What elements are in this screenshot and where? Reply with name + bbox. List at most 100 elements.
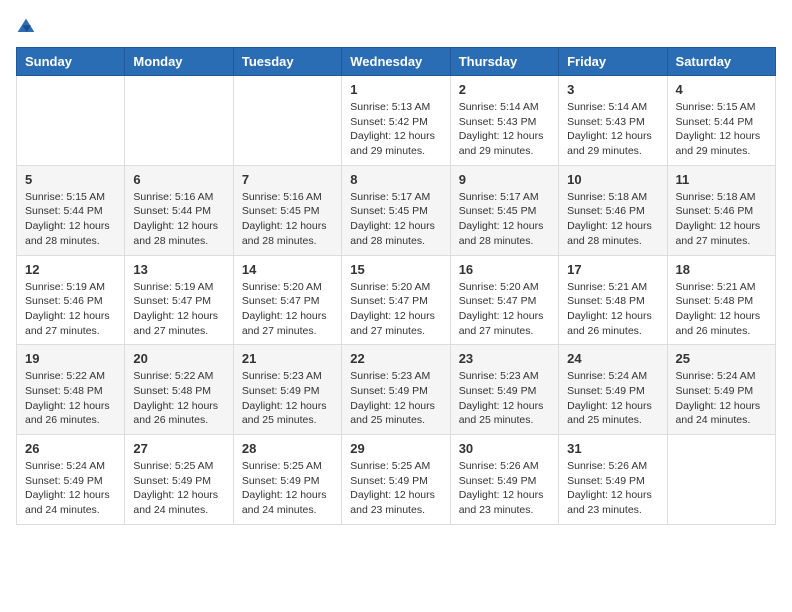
day-info: Sunrise: 5:20 AM Sunset: 5:47 PM Dayligh… <box>242 280 333 339</box>
day-number: 17 <box>567 262 658 277</box>
day-info: Sunrise: 5:17 AM Sunset: 5:45 PM Dayligh… <box>350 190 441 249</box>
day-cell: 11Sunrise: 5:18 AM Sunset: 5:46 PM Dayli… <box>667 165 775 255</box>
day-number: 22 <box>350 351 441 366</box>
day-number: 3 <box>567 82 658 97</box>
logo <box>16 16 40 37</box>
header <box>16 16 776 37</box>
weekday-header-monday: Monday <box>125 48 233 76</box>
day-info: Sunrise: 5:26 AM Sunset: 5:49 PM Dayligh… <box>459 459 550 518</box>
day-info: Sunrise: 5:16 AM Sunset: 5:45 PM Dayligh… <box>242 190 333 249</box>
day-number: 14 <box>242 262 333 277</box>
day-info: Sunrise: 5:26 AM Sunset: 5:49 PM Dayligh… <box>567 459 658 518</box>
day-info: Sunrise: 5:21 AM Sunset: 5:48 PM Dayligh… <box>676 280 767 339</box>
day-number: 1 <box>350 82 441 97</box>
day-info: Sunrise: 5:17 AM Sunset: 5:45 PM Dayligh… <box>459 190 550 249</box>
day-info: Sunrise: 5:13 AM Sunset: 5:42 PM Dayligh… <box>350 100 441 159</box>
weekday-header-row: SundayMondayTuesdayWednesdayThursdayFrid… <box>17 48 776 76</box>
calendar-table: SundayMondayTuesdayWednesdayThursdayFrid… <box>16 47 776 525</box>
day-cell: 21 Sunrise: 5:23 AM Sunset: 5:49 PM Dayli… <box>233 345 341 435</box>
logo-icon <box>16 17 36 37</box>
day-cell: 15Sunrise: 5:20 AM Sunset: 5:47 PM Dayli… <box>342 255 450 345</box>
day-info: Sunrise: 5:22 AM Sunset: 5:48 PM Dayligh… <box>25 369 116 428</box>
day-cell: 31 Sunrise: 5:26 AM Sunset: 5:49 PM Dayli… <box>559 435 667 525</box>
day-number: 27 <box>133 441 224 456</box>
day-number: 7 <box>242 172 333 187</box>
day-cell <box>17 76 125 166</box>
day-cell: 16Sunrise: 5:20 AM Sunset: 5:47 PM Dayli… <box>450 255 558 345</box>
day-cell: 14 Sunrise: 5:20 AM Sunset: 5:47 PM Dayli… <box>233 255 341 345</box>
day-cell: 17 Sunrise: 5:21 AM Sunset: 5:48 PM Dayli… <box>559 255 667 345</box>
day-cell: 25 Sunrise: 5:24 AM Sunset: 5:49 PM Dayli… <box>667 345 775 435</box>
day-cell: 27 Sunrise: 5:25 AM Sunset: 5:49 PM Dayli… <box>125 435 233 525</box>
day-info: Sunrise: 5:21 AM Sunset: 5:48 PM Dayligh… <box>567 280 658 339</box>
weekday-header-friday: Friday <box>559 48 667 76</box>
day-cell: 3Sunrise: 5:14 AM Sunset: 5:43 PM Daylig… <box>559 76 667 166</box>
day-number: 28 <box>242 441 333 456</box>
day-cell: 5 Sunrise: 5:15 AM Sunset: 5:44 PM Daylig… <box>17 165 125 255</box>
day-number: 10 <box>567 172 658 187</box>
day-number: 12 <box>25 262 116 277</box>
day-number: 23 <box>459 351 550 366</box>
day-number: 6 <box>133 172 224 187</box>
day-cell: 9 Sunrise: 5:17 AM Sunset: 5:45 PM Daylig… <box>450 165 558 255</box>
day-cell: 10 Sunrise: 5:18 AM Sunset: 5:46 PM Dayli… <box>559 165 667 255</box>
day-number: 9 <box>459 172 550 187</box>
day-cell: 4Sunrise: 5:15 AM Sunset: 5:44 PM Daylig… <box>667 76 775 166</box>
day-info: Sunrise: 5:25 AM Sunset: 5:49 PM Dayligh… <box>242 459 333 518</box>
day-info: Sunrise: 5:25 AM Sunset: 5:49 PM Dayligh… <box>133 459 224 518</box>
day-number: 8 <box>350 172 441 187</box>
day-cell <box>667 435 775 525</box>
day-info: Sunrise: 5:19 AM Sunset: 5:46 PM Dayligh… <box>25 280 116 339</box>
weekday-header-sunday: Sunday <box>17 48 125 76</box>
weekday-header-wednesday: Wednesday <box>342 48 450 76</box>
week-row-5: 26 Sunrise: 5:24 AM Sunset: 5:49 PM Dayli… <box>17 435 776 525</box>
day-info: Sunrise: 5:15 AM Sunset: 5:44 PM Dayligh… <box>25 190 116 249</box>
day-number: 11 <box>676 172 767 187</box>
weekday-header-thursday: Thursday <box>450 48 558 76</box>
day-number: 26 <box>25 441 116 456</box>
day-number: 19 <box>25 351 116 366</box>
day-info: Sunrise: 5:23 AM Sunset: 5:49 PM Dayligh… <box>459 369 550 428</box>
day-cell: 28 Sunrise: 5:25 AM Sunset: 5:49 PM Dayli… <box>233 435 341 525</box>
day-cell: 24Sunrise: 5:24 AM Sunset: 5:49 PM Dayli… <box>559 345 667 435</box>
day-cell <box>125 76 233 166</box>
day-cell: 22 Sunrise: 5:23 AM Sunset: 5:49 PM Dayli… <box>342 345 450 435</box>
day-cell: 12 Sunrise: 5:19 AM Sunset: 5:46 PM Dayli… <box>17 255 125 345</box>
day-cell: 18 Sunrise: 5:21 AM Sunset: 5:48 PM Dayli… <box>667 255 775 345</box>
day-number: 20 <box>133 351 224 366</box>
day-number: 5 <box>25 172 116 187</box>
weekday-header-tuesday: Tuesday <box>233 48 341 76</box>
day-info: Sunrise: 5:14 AM Sunset: 5:43 PM Dayligh… <box>459 100 550 159</box>
day-cell: 13 Sunrise: 5:19 AM Sunset: 5:47 PM Dayli… <box>125 255 233 345</box>
day-number: 25 <box>676 351 767 366</box>
day-info: Sunrise: 5:20 AM Sunset: 5:47 PM Dayligh… <box>350 280 441 339</box>
day-cell: 30Sunrise: 5:26 AM Sunset: 5:49 PM Dayli… <box>450 435 558 525</box>
day-info: Sunrise: 5:15 AM Sunset: 5:44 PM Dayligh… <box>676 100 767 159</box>
week-row-1: 1 Sunrise: 5:13 AM Sunset: 5:42 PM Daylig… <box>17 76 776 166</box>
day-number: 13 <box>133 262 224 277</box>
day-cell: 6 Sunrise: 5:16 AM Sunset: 5:44 PM Daylig… <box>125 165 233 255</box>
day-info: Sunrise: 5:23 AM Sunset: 5:49 PM Dayligh… <box>242 369 333 428</box>
week-row-2: 5 Sunrise: 5:15 AM Sunset: 5:44 PM Daylig… <box>17 165 776 255</box>
day-cell: 29Sunrise: 5:25 AM Sunset: 5:49 PM Dayli… <box>342 435 450 525</box>
day-cell: 19 Sunrise: 5:22 AM Sunset: 5:48 PM Dayli… <box>17 345 125 435</box>
day-number: 31 <box>567 441 658 456</box>
day-info: Sunrise: 5:23 AM Sunset: 5:49 PM Dayligh… <box>350 369 441 428</box>
day-cell: 23 Sunrise: 5:23 AM Sunset: 5:49 PM Dayli… <box>450 345 558 435</box>
day-info: Sunrise: 5:18 AM Sunset: 5:46 PM Dayligh… <box>567 190 658 249</box>
day-cell <box>233 76 341 166</box>
week-row-3: 12 Sunrise: 5:19 AM Sunset: 5:46 PM Dayli… <box>17 255 776 345</box>
day-cell: 20Sunrise: 5:22 AM Sunset: 5:48 PM Dayli… <box>125 345 233 435</box>
day-info: Sunrise: 5:24 AM Sunset: 5:49 PM Dayligh… <box>25 459 116 518</box>
day-cell: 8 Sunrise: 5:17 AM Sunset: 5:45 PM Daylig… <box>342 165 450 255</box>
day-info: Sunrise: 5:19 AM Sunset: 5:47 PM Dayligh… <box>133 280 224 339</box>
day-info: Sunrise: 5:24 AM Sunset: 5:49 PM Dayligh… <box>676 369 767 428</box>
week-row-4: 19 Sunrise: 5:22 AM Sunset: 5:48 PM Dayli… <box>17 345 776 435</box>
day-number: 16 <box>459 262 550 277</box>
day-cell: 1 Sunrise: 5:13 AM Sunset: 5:42 PM Daylig… <box>342 76 450 166</box>
day-info: Sunrise: 5:16 AM Sunset: 5:44 PM Dayligh… <box>133 190 224 249</box>
day-number: 21 <box>242 351 333 366</box>
day-number: 24 <box>567 351 658 366</box>
day-number: 18 <box>676 262 767 277</box>
day-info: Sunrise: 5:25 AM Sunset: 5:49 PM Dayligh… <box>350 459 441 518</box>
